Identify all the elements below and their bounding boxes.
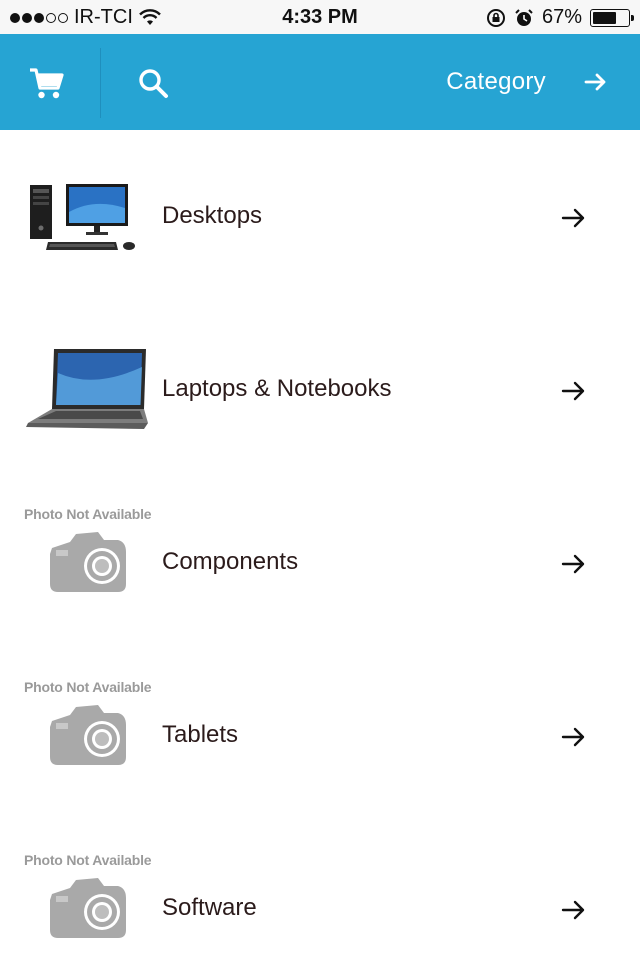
category-label: Software [162, 894, 257, 921]
category-label: Tablets [162, 721, 239, 748]
photo-not-available-text: Photo Not Available [24, 679, 152, 695]
category-item-software[interactable]: Photo Not Available Software [0, 822, 640, 960]
cart-button[interactable] [26, 64, 66, 104]
arrow-right-icon [584, 73, 606, 91]
battery-icon [590, 8, 634, 27]
category-label: Desktops [162, 202, 263, 229]
header-forward-button[interactable] [582, 68, 610, 96]
camera-icon [50, 878, 126, 938]
arrow-right-icon[interactable] [560, 896, 588, 924]
battery-percent: 67% [541, 6, 582, 28]
search-button[interactable] [134, 64, 174, 104]
desktop-computer-image [30, 184, 135, 250]
camera-icon [50, 705, 126, 765]
category-list: Desktops Laptops & Notebooks Photo Not A… [0, 130, 640, 960]
app-header: Category [0, 34, 640, 130]
photo-not-available-text: Photo Not Available [24, 852, 152, 868]
laptop-image [26, 349, 148, 429]
category-label: Components [162, 548, 299, 575]
camera-icon [50, 532, 126, 592]
status-bar: IR-TCI 4:33 PM 67% [0, 0, 640, 34]
arrow-right-icon[interactable] [560, 550, 588, 578]
battery-level [593, 11, 616, 24]
photo-not-available-image: Photo Not Available [24, 852, 154, 960]
header-divider [100, 48, 101, 118]
alarm-icon [515, 8, 533, 26]
photo-not-available-text: Photo Not Available [24, 506, 152, 522]
arrow-right-icon[interactable] [560, 723, 588, 751]
page-title: Category [446, 68, 546, 95]
category-item-desktops[interactable]: Desktops [0, 130, 640, 303]
shopping-cart-icon [30, 68, 64, 99]
orientation-lock-icon [486, 8, 505, 27]
photo-not-available-image: Photo Not Available [24, 679, 154, 789]
arrow-right-icon[interactable] [560, 377, 588, 405]
category-item-tablets[interactable]: Photo Not Available Tablets [0, 649, 640, 822]
photo-not-available-image: Photo Not Available [24, 506, 154, 616]
category-item-components[interactable]: Photo Not Available Components [0, 476, 640, 649]
status-right: 67% [486, 6, 634, 29]
category-label: Laptops & Notebooks [162, 375, 392, 402]
search-icon [139, 69, 168, 98]
arrow-right-icon[interactable] [560, 204, 588, 232]
category-item-laptops-notebooks[interactable]: Laptops & Notebooks [0, 303, 640, 476]
